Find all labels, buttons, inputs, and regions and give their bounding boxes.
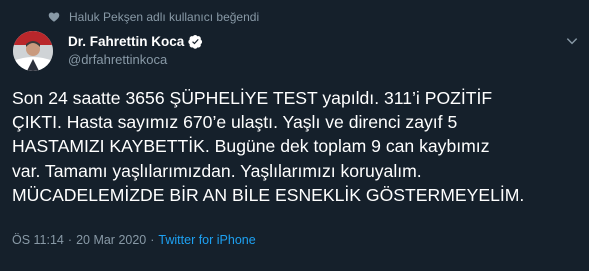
meta-separator: · bbox=[67, 233, 73, 247]
social-context-text: Haluk Pekşen adlı kullanıcı beğendi bbox=[69, 10, 260, 24]
tweet-source-link[interactable]: Twitter for iPhone bbox=[158, 233, 255, 247]
tweet-time[interactable]: ÖS 11:14 bbox=[12, 233, 64, 247]
meta-separator: · bbox=[150, 233, 155, 247]
social-context: Haluk Pekşen adlı kullanıcı beğendi bbox=[48, 9, 259, 25]
tweet-text-line: var. Tamamı yaşlılarımızdan. Yaşlılarımı… bbox=[12, 160, 422, 181]
tweet-text-line: Son 24 saatte 3656 ŞÜPHELİYE TEST yapıld… bbox=[12, 88, 493, 108]
tweet-meta: ÖS 11:14 · 20 Mar 2020 · Twitter for iPh… bbox=[12, 233, 256, 247]
tweet-text-line: MÜCADELEMİZDE BİR AN BİLE ESNEKLİK GÖSTE… bbox=[12, 184, 525, 205]
avatar[interactable] bbox=[13, 31, 53, 71]
author-handle[interactable]: @drfahrettinkoca bbox=[68, 52, 203, 67]
heart-icon bbox=[48, 11, 60, 23]
verified-badge-icon bbox=[188, 34, 203, 49]
tweet-text-line: HASTAMIZI KAYBETTİK. Bugüne dek toplam 9… bbox=[12, 136, 490, 157]
tweet-date[interactable]: 20 Mar 2020 bbox=[76, 233, 146, 247]
tweet-card[interactable]: Haluk Pekşen adlı kullanıcı beğendi Dr. … bbox=[0, 0, 589, 271]
chevron-down-icon[interactable] bbox=[565, 34, 579, 48]
tweet-text: Son 24 saatte 3656 ŞÜPHELİYE TEST yapıld… bbox=[12, 86, 582, 207]
tweet-text-line: ÇIKTI. Hasta sayımız 670’e ulaştı. Yaşlı… bbox=[12, 112, 458, 133]
author-block[interactable]: Dr. Fahrettin Koca @drfahrettinkoca bbox=[68, 32, 203, 67]
author-display-name[interactable]: Dr. Fahrettin Koca bbox=[68, 34, 184, 49]
